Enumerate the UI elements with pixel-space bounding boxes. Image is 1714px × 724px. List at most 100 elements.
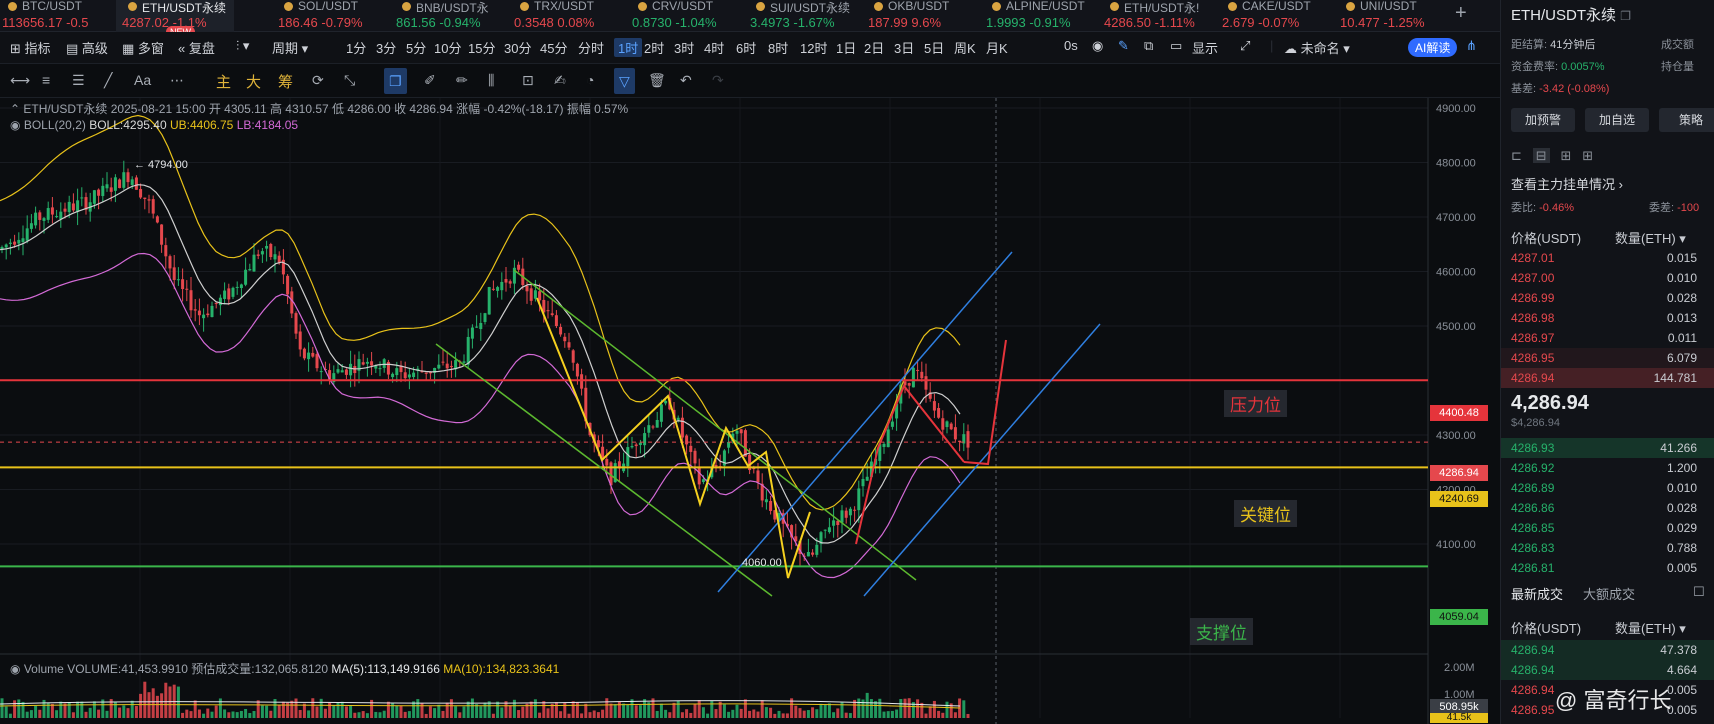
- cycle-icon[interactable]: ⟳: [312, 72, 324, 89]
- copy-icon[interactable]: ❐: [1620, 9, 1631, 23]
- ticker-tab[interactable]: BTC/USDT 113656.17 -0.5: [0, 0, 114, 32]
- filter-icon[interactable]: ▽: [614, 68, 635, 94]
- big-trades-tab[interactable]: 大额成交: [1583, 584, 1635, 603]
- interval-7[interactable]: 分时: [578, 38, 604, 57]
- ticker-tab[interactable]: CRV/USDT 0.8730 -1.04%: [626, 0, 744, 32]
- display-icon[interactable]: ▭: [1170, 38, 1182, 54]
- chart-type-icon[interactable]: ⫶ ▾: [236, 38, 249, 54]
- orderbook-view-icons[interactable]: ⊏ ⊟ ⊞ ⊞: [1511, 148, 1593, 164]
- layout-name[interactable]: ☁ 未命名 ▾: [1284, 38, 1350, 57]
- interval-16[interactable]: 2日: [864, 38, 884, 57]
- interval-0[interactable]: 1分: [346, 38, 366, 57]
- strategy-button[interactable]: 策略: [1659, 108, 1714, 132]
- bid-row[interactable]: 4286.86 0.028: [1501, 498, 1714, 518]
- interval-5[interactable]: 30分: [504, 38, 531, 57]
- interval-20[interactable]: 月K: [986, 38, 1008, 57]
- trendline-tool-icon[interactable]: ╱: [104, 72, 112, 89]
- ask-row[interactable]: 4287.01 0.015: [1501, 248, 1714, 268]
- indicators-button[interactable]: ⊞ 指标: [10, 38, 51, 57]
- ticker-tab[interactable]: SUI/USDT永续 3.4973 -1.67%: [744, 0, 862, 32]
- view-main-orders-link[interactable]: 查看主力挂单情况 ›: [1511, 174, 1623, 193]
- chips-button[interactable]: 筹: [278, 71, 293, 92]
- interval-11[interactable]: 4时: [704, 38, 724, 57]
- pencil-icon[interactable]: ✏: [456, 72, 468, 89]
- fullscreen-icon[interactable]: ⤢: [1240, 38, 1250, 54]
- latest-trades-tab[interactable]: 最新成交: [1511, 584, 1563, 603]
- share-icon[interactable]: ⋔: [1466, 38, 1477, 54]
- period-button[interactable]: 周期 ▾: [272, 38, 308, 57]
- open-external-icon[interactable]: ⧉: [1144, 38, 1153, 54]
- ticker-tab[interactable]: UNI/USDT 10.477 -1.25%: [1334, 0, 1452, 32]
- bid-row[interactable]: 4286.92 1.200: [1501, 458, 1714, 478]
- ai-interpret-button[interactable]: AI解读: [1408, 38, 1458, 57]
- interval-19[interactable]: 周K: [954, 38, 976, 57]
- candles-icon[interactable]: ⫼: [488, 72, 494, 89]
- ask-row[interactable]: 4286.97 0.011: [1501, 328, 1714, 348]
- ticker-tab[interactable]: ALPINE/USDT 1.9993 -0.91%: [980, 0, 1098, 32]
- camera-icon[interactable]: ◉: [1092, 38, 1103, 54]
- add-watchlist-button[interactable]: 加自选: [1585, 108, 1649, 132]
- main-chart-button[interactable]: 主: [216, 71, 231, 92]
- magnet-icon[interactable]: ◔: [586, 72, 594, 88]
- bid-row[interactable]: 4286.81 0.005: [1501, 558, 1714, 578]
- ask-row[interactable]: 4286.98 0.013: [1501, 308, 1714, 328]
- ask-row[interactable]: 4286.95 6.079: [1501, 348, 1714, 368]
- lock-icon[interactable]: ⊡: [522, 72, 534, 89]
- hlines-tool-icon[interactable]: ≡: [42, 72, 50, 88]
- bid-row[interactable]: 4286.93 41.266: [1501, 438, 1714, 458]
- orderbook-qty-header[interactable]: 数量(ETH) ▾: [1615, 228, 1686, 247]
- trades-qty-header[interactable]: 数量(ETH) ▾: [1615, 618, 1686, 637]
- ticker-tab[interactable]: ETH/USDT永! 4286.50 -1.11%: [1098, 0, 1216, 32]
- interval-3[interactable]: 10分: [434, 38, 461, 57]
- ruler-icon[interactable]: ✐: [424, 72, 436, 89]
- interval-1[interactable]: 3分: [376, 38, 396, 57]
- hline-tool-icon[interactable]: ⟷: [10, 72, 30, 89]
- channel-tool-icon[interactable]: ☰: [72, 72, 85, 89]
- redo-icon[interactable]: ↷: [712, 72, 724, 89]
- more-tools-icon[interactable]: ⋯: [170, 72, 184, 89]
- eye-icon[interactable]: ◉: [10, 662, 20, 676]
- checkbox[interactable]: ☐: [1693, 584, 1705, 600]
- ticker-tab[interactable]: CAKE/USDT 2.679 -0.07%: [1216, 0, 1334, 32]
- display-button[interactable]: 显示: [1192, 38, 1218, 57]
- interval-4[interactable]: 15分: [468, 38, 495, 57]
- ticker-tab[interactable]: BNB/USDT永 861.56 -0.94%: [390, 0, 508, 32]
- ticker-tab[interactable]: ETH/USDT永续4287.02 -1.1%NEW: [116, 0, 234, 39]
- ask-row[interactable]: 4286.94 144.781: [1501, 368, 1714, 388]
- measure-icon[interactable]: ⤡: [344, 72, 355, 89]
- undo-icon[interactable]: ↶: [680, 72, 692, 89]
- trade-row[interactable]: 4286.94 4.664: [1501, 660, 1714, 680]
- interval-9[interactable]: 2时: [644, 38, 664, 57]
- bid-row[interactable]: 4286.83 0.788: [1501, 538, 1714, 558]
- advanced-button[interactable]: ▤ 高级: [66, 38, 108, 57]
- interval-2[interactable]: 5分: [406, 38, 426, 57]
- bookmark-icon[interactable]: ❐: [384, 68, 407, 94]
- collapse-icon[interactable]: ⌃: [10, 102, 20, 116]
- interval-10[interactable]: 3时: [674, 38, 694, 57]
- replay-button[interactable]: « 复盘: [178, 38, 215, 57]
- note-icon[interactable]: ✍: [554, 72, 566, 89]
- interval-15[interactable]: 1日: [836, 38, 856, 57]
- multi-window-button[interactable]: ▦ 多窗: [122, 38, 164, 57]
- interval-6[interactable]: 45分: [540, 38, 567, 57]
- text-tool-icon[interactable]: Aa: [134, 72, 151, 88]
- bid-row[interactable]: 4286.85 0.029: [1501, 518, 1714, 538]
- chart-area[interactable]: 4900.00 4800.00 4700.00 4600.00 4500.00 4300.…: [0, 98, 1500, 724]
- interval-18[interactable]: 5日: [924, 38, 944, 57]
- ask-row[interactable]: 4286.99 0.028: [1501, 288, 1714, 308]
- zero-seconds[interactable]: 0s: [1064, 38, 1078, 53]
- eye-icon[interactable]: ◉: [10, 118, 20, 132]
- ticker-tab[interactable]: TRX/USDT 0.3548 0.08%: [508, 0, 626, 32]
- bid-row[interactable]: 4286.89 0.010: [1501, 478, 1714, 498]
- ticker-tab[interactable]: SOL/USDT 186.46 -0.79%: [272, 0, 390, 32]
- big-trades-button[interactable]: 大: [246, 71, 261, 92]
- draw-pen-icon[interactable]: ✎: [1118, 38, 1129, 54]
- ticker-tab[interactable]: OKB/USDT 187.99 9.6%: [862, 0, 980, 32]
- ask-row[interactable]: 4287.00 0.010: [1501, 268, 1714, 288]
- trash-icon[interactable]: 🗑: [648, 72, 666, 89]
- trade-row[interactable]: 4286.94 47.378: [1501, 640, 1714, 660]
- interval-14[interactable]: 12时: [800, 38, 827, 57]
- add-tab-icon[interactable]: +: [1455, 2, 1467, 25]
- add-alert-button[interactable]: 加预警: [1511, 108, 1575, 132]
- interval-17[interactable]: 3日: [894, 38, 914, 57]
